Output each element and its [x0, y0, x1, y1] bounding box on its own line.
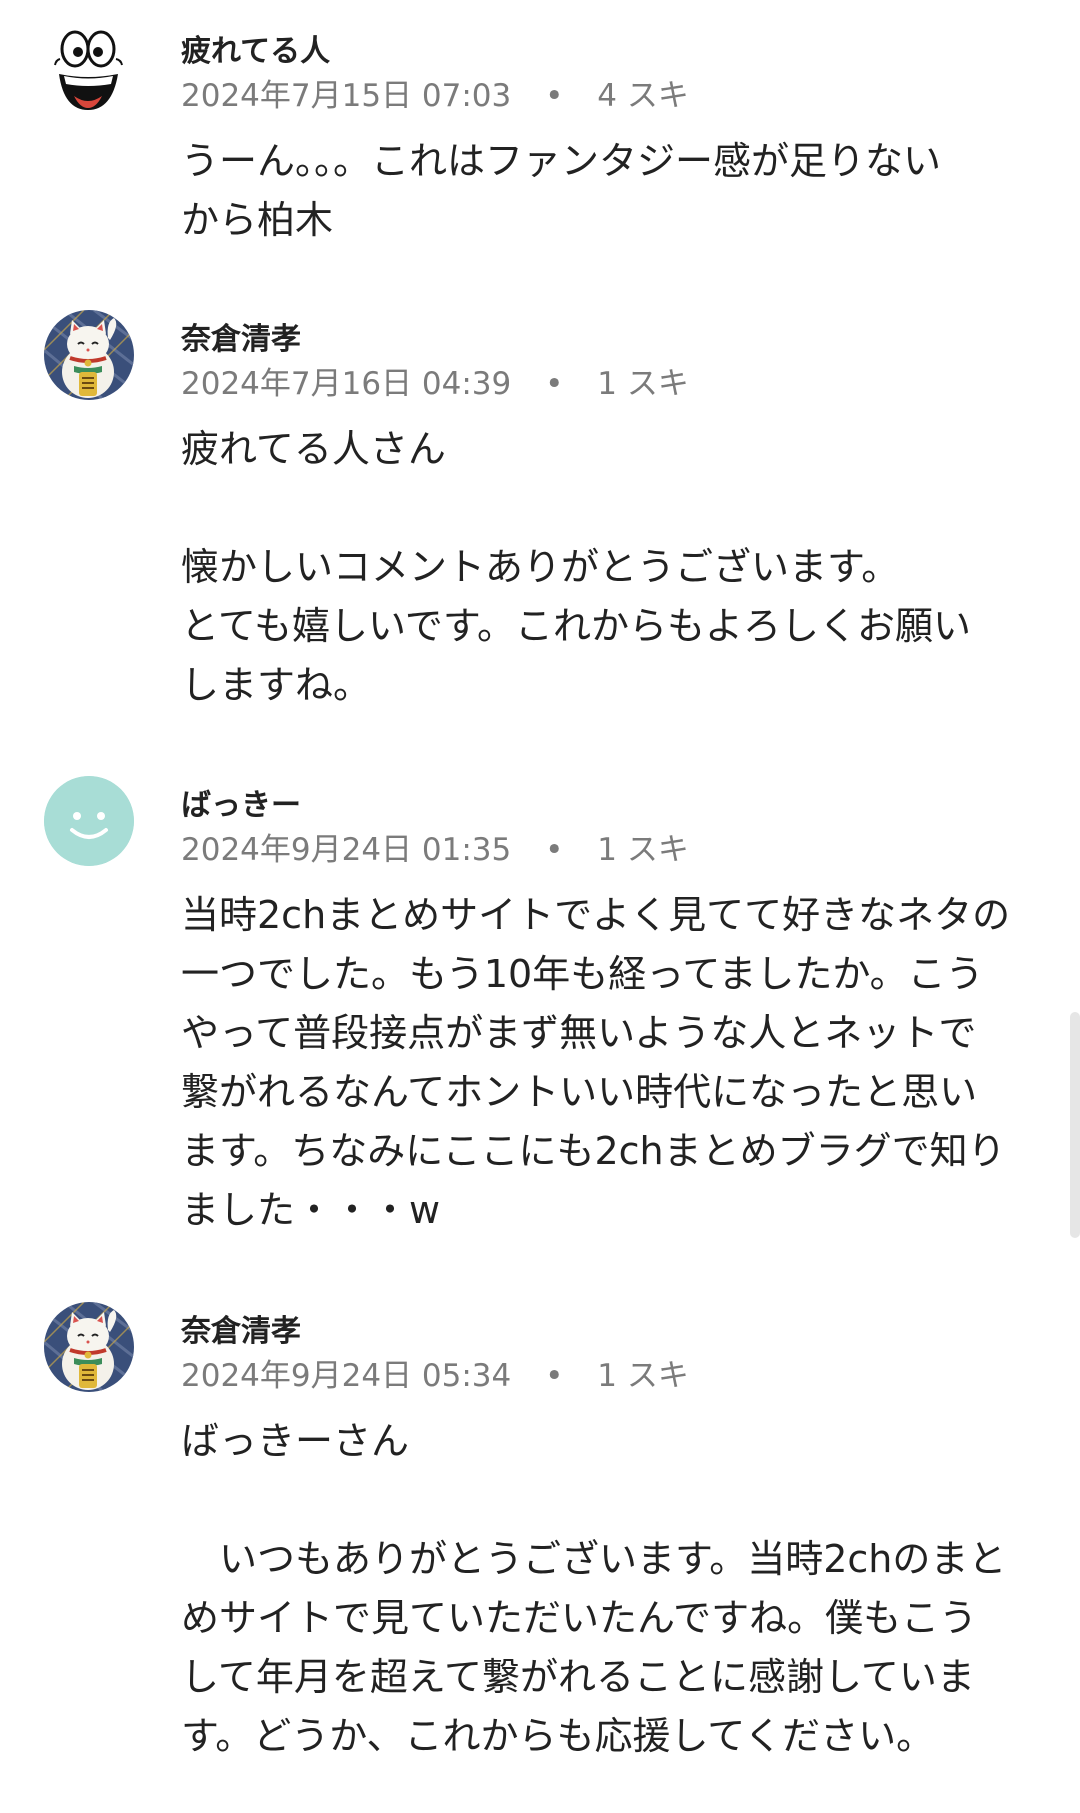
comment-date: 2024年7月16日 04:39: [181, 366, 512, 402]
meta-separator: •: [545, 1358, 564, 1394]
smiley-face-icon: [44, 776, 134, 866]
comment-line: めサイトで見ていただいたんですね。僕もこう: [181, 1596, 978, 1640]
comment-line: とても嬉しいです。これからもよろしくお願い: [181, 604, 972, 648]
comment-body: 当時2chまとめサイトでよく見てて好きなネタの 一つでした。もう10年も経ってま…: [181, 886, 1041, 1240]
comment-line: ます。ちなみにここにも2chまとめブラグで知り: [181, 1129, 1006, 1173]
maneki-neko-icon: [44, 1302, 134, 1392]
comment-line: [181, 479, 1041, 538]
comment-meta: 2024年9月24日 05:34 • 1 スキ: [181, 1350, 689, 1395]
comment-date: 2024年9月24日 05:34: [181, 1358, 512, 1394]
comment-line: しますね。: [181, 663, 372, 707]
comment-line: 一つでした。もう10年も経ってましたか。こう: [181, 952, 984, 996]
comment-author[interactable]: 奈倉清孝: [181, 1306, 301, 1350]
comment-body: ばっきーさん いつもありがとうございます。当時2chのまと めサイトで見ていただ…: [181, 1412, 1041, 1766]
comment-line: す。どうか、これからも応援してください。: [181, 1714, 935, 1758]
comment-line: から柏木: [181, 198, 334, 242]
avatar[interactable]: [44, 26, 134, 116]
comment-date: 2024年9月24日 01:35: [181, 832, 512, 868]
comment-line: ばっきーさん: [181, 1419, 410, 1463]
meta-separator: •: [545, 832, 564, 868]
meta-separator: •: [545, 366, 564, 402]
comment-line: して年月を超えて繋がれることに感謝していま: [181, 1655, 975, 1699]
avatar[interactable]: [44, 310, 134, 400]
comment-line: 懐かしいコメントありがとうございます。: [181, 545, 900, 589]
like-count[interactable]: 4 スキ: [597, 78, 689, 114]
comment-list: 疲れてる人 2024年7月15日 07:03 • 4 スキ うーん。。。これはファン…: [0, 0, 1080, 1813]
comment-line: ました・・・w: [181, 1188, 441, 1232]
comment-line: 疲れてる人さん: [181, 427, 446, 471]
like-count[interactable]: 1 スキ: [597, 366, 689, 402]
comment-body: うーん。。。これはファンタジー感が足りない から柏木: [181, 132, 1041, 250]
meta-separator: •: [545, 78, 564, 114]
comment-meta: 2024年9月24日 01:35 • 1 スキ: [181, 824, 689, 869]
comment-author[interactable]: ばっきー: [181, 780, 301, 824]
avatar[interactable]: [44, 1302, 134, 1392]
like-count[interactable]: 1 スキ: [597, 832, 689, 868]
comment-line: うーん。。。これはファンタジー感が足りない: [181, 139, 942, 183]
cartoon-face-icon: [54, 30, 123, 110]
comment-author[interactable]: 疲れてる人: [181, 26, 330, 70]
comment-line: やって普段接点がまず無いような人とネットで: [181, 1011, 977, 1055]
comment-meta: 2024年7月16日 04:39 • 1 スキ: [181, 358, 689, 403]
like-count[interactable]: 1 スキ: [597, 1358, 689, 1394]
comment-line: いつもありがとうございます。当時2chのまと: [181, 1537, 1007, 1581]
comment-line: 繋がれるなんてホントいい時代になったと思い: [181, 1070, 978, 1114]
avatar[interactable]: [44, 776, 134, 866]
maneki-neko-icon: [44, 310, 134, 400]
comment-author[interactable]: 奈倉清孝: [181, 314, 301, 358]
comment-line: 当時2chまとめサイトでよく見てて好きなネタの: [181, 893, 1011, 937]
comment-line: [181, 1471, 1041, 1530]
comment-body: 疲れてる人さん 懐かしいコメントありがとうございます。 とても嬉しいです。これか…: [181, 420, 1041, 715]
comment-date: 2024年7月15日 07:03: [181, 78, 512, 114]
scrollbar[interactable]: [1070, 1012, 1080, 1238]
comment-meta: 2024年7月15日 07:03 • 4 スキ: [181, 70, 689, 115]
